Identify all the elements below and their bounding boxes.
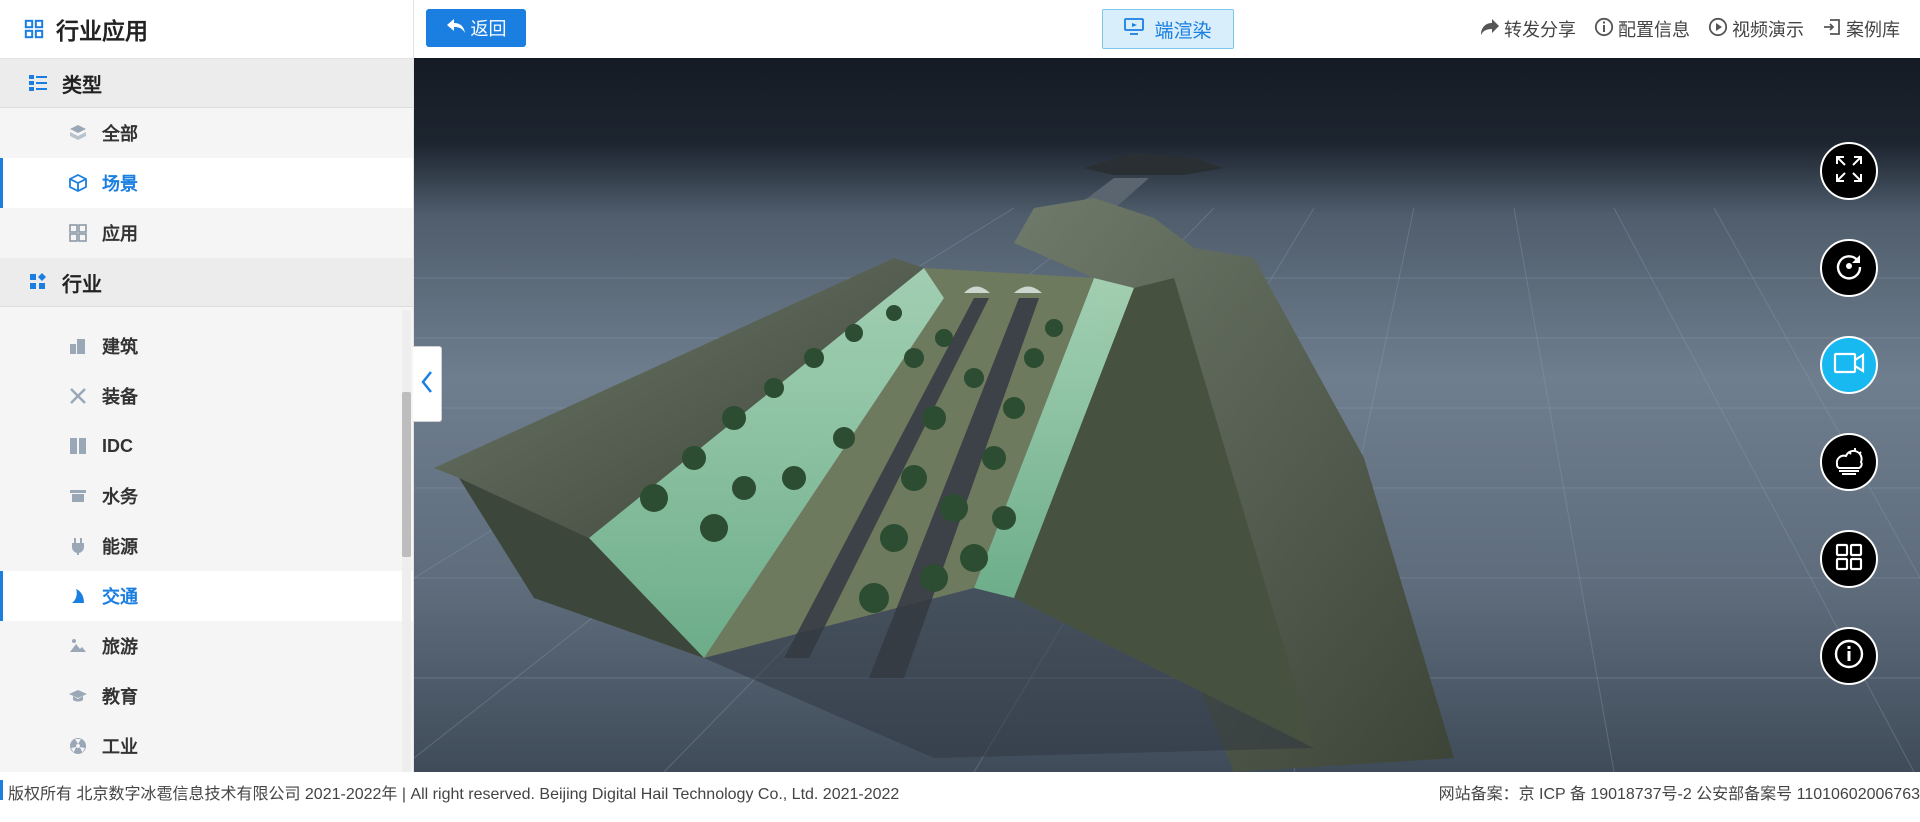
config-info-link[interactable]: 配置信息 (1594, 16, 1690, 42)
server-icon (68, 436, 88, 456)
sidebar-item-label: 交通 (102, 587, 138, 607)
traffic-icon (68, 586, 88, 606)
sidebar-item-label: 能源 (102, 537, 138, 557)
sidebar-item-building[interactable]: 建筑 (0, 321, 413, 371)
case-library-link[interactable]: 案例库 (1822, 16, 1900, 42)
back-arrow-icon (446, 18, 466, 39)
list-icon (28, 73, 48, 93)
sidebar-item-education[interactable]: 教育 (0, 671, 413, 721)
group-label: 类型 (62, 74, 102, 97)
grid-icon (24, 19, 44, 39)
monitor-icon (1124, 17, 1145, 41)
scene-3d-render (414, 153, 1920, 772)
sidebar-item-industry[interactable]: 工业 (0, 721, 413, 771)
sidebar-item-scene[interactable]: 场景 (0, 158, 413, 208)
info-circle-icon (1833, 638, 1865, 675)
footer-accent-bar (0, 780, 3, 800)
category-icon (28, 272, 48, 292)
distant-mountain (1084, 153, 1224, 175)
tourism-icon (68, 636, 88, 656)
sidebar-item-idc[interactable]: IDC (0, 421, 413, 471)
sidebar-item-all[interactable]: 全部 (0, 108, 413, 158)
sidebar-item-label: 旅游 (102, 637, 138, 657)
info-icon (1594, 17, 1614, 42)
fullscreen-button[interactable] (1820, 142, 1878, 200)
cloud-render-label: 端渲染 (1154, 20, 1212, 42)
sidebar-item-energy[interactable]: 能源 (0, 521, 413, 571)
fullscreen-icon (1834, 154, 1864, 189)
plug-icon (68, 536, 88, 556)
sidebar-item-label: 场景 (102, 174, 138, 194)
layout-grid-icon (1834, 542, 1864, 577)
video-camera-icon (1833, 350, 1865, 381)
apps-icon (68, 223, 88, 243)
video-camera-button[interactable] (1820, 336, 1878, 394)
sidebar-item-water[interactable]: 水务 (0, 471, 413, 521)
sidebar-item-traffic[interactable]: 交通 (0, 571, 413, 621)
share-link-label: 转发分享 (1504, 20, 1576, 40)
sidebar-header: 行业应用 (0, 0, 413, 59)
cloud-render-button[interactable]: 端渲染 (1102, 9, 1234, 49)
config-info-label: 配置信息 (1618, 20, 1690, 40)
share-link[interactable]: 转发分享 (1480, 16, 1576, 42)
video-demo-link[interactable]: 视频演示 (1708, 16, 1804, 42)
sidebar-item-label: 水务 (102, 487, 138, 507)
back-button[interactable]: 返回 (426, 9, 526, 47)
rotate-icon (1834, 251, 1864, 286)
top-links: 转发分享 配置信息 视频演示 案例库 (1480, 16, 1900, 42)
sidebar-item-apps[interactable]: 应用 (0, 208, 413, 258)
top-toolbar: 返回 端渲染 转发分享 配置信息 视频演示 案例库 (414, 0, 1920, 58)
group-header-type[interactable]: 类型 (0, 59, 413, 108)
sidebar-scrollbar-thumb[interactable] (402, 392, 411, 557)
water-icon (68, 486, 88, 506)
video-demo-label: 视频演示 (1732, 20, 1804, 40)
copyright-text: 版权所有 北京数字冰雹信息技术有限公司 2021-2022年 | All rig… (8, 786, 900, 803)
rotate-button[interactable] (1820, 239, 1878, 297)
sidebar-item-label: 工业 (102, 737, 138, 757)
info-button[interactable] (1820, 627, 1878, 685)
education-icon (68, 686, 88, 706)
group-header-industry[interactable]: 行业 (0, 258, 413, 307)
sidebar-item-equipment[interactable]: 装备 (0, 371, 413, 421)
sidebar-item-label: 装备 (102, 387, 138, 407)
sidebar-item-label: 全部 (102, 124, 138, 144)
play-icon (1708, 17, 1728, 42)
library-icon (1822, 17, 1842, 42)
group-label: 行业 (62, 273, 102, 296)
sidebar: 行业应用 类型 全部 场景 应用 行业 建筑 装备 IDC 水务 能源 交通 旅… (0, 0, 414, 772)
case-library-label: 案例库 (1846, 20, 1900, 40)
footer: 版权所有 北京数字冰雹信息技术有限公司 2021-2022年 | All rig… (0, 772, 1920, 822)
industry-icon (68, 736, 88, 756)
cube-icon (68, 173, 88, 193)
icp-record-text: 网站备案：京 ICP 备 19018737号-2 公安部备案号 11010602… (1438, 786, 1920, 803)
equipment-icon (68, 386, 88, 406)
sidebar-item-tourism[interactable]: 旅游 (0, 621, 413, 671)
weather-icon (1833, 444, 1865, 481)
scene-viewport[interactable] (414, 58, 1920, 772)
back-button-label: 返回 (470, 19, 507, 39)
sidebar-collapse-button[interactable] (413, 346, 442, 422)
chevron-left-icon (420, 370, 434, 399)
sidebar-item-label: 建筑 (102, 337, 138, 357)
building-icon (68, 336, 88, 356)
sidebar-item-label: 教育 (102, 687, 138, 707)
sidebar-item-label: 应用 (102, 224, 138, 244)
weather-button[interactable] (1820, 433, 1878, 491)
layout-grid-button[interactable] (1820, 530, 1878, 588)
share-icon (1480, 18, 1500, 41)
sidebar-item-label: IDC (102, 435, 133, 456)
layers-icon (68, 123, 88, 143)
sidebar-title: 行业应用 (56, 18, 148, 44)
